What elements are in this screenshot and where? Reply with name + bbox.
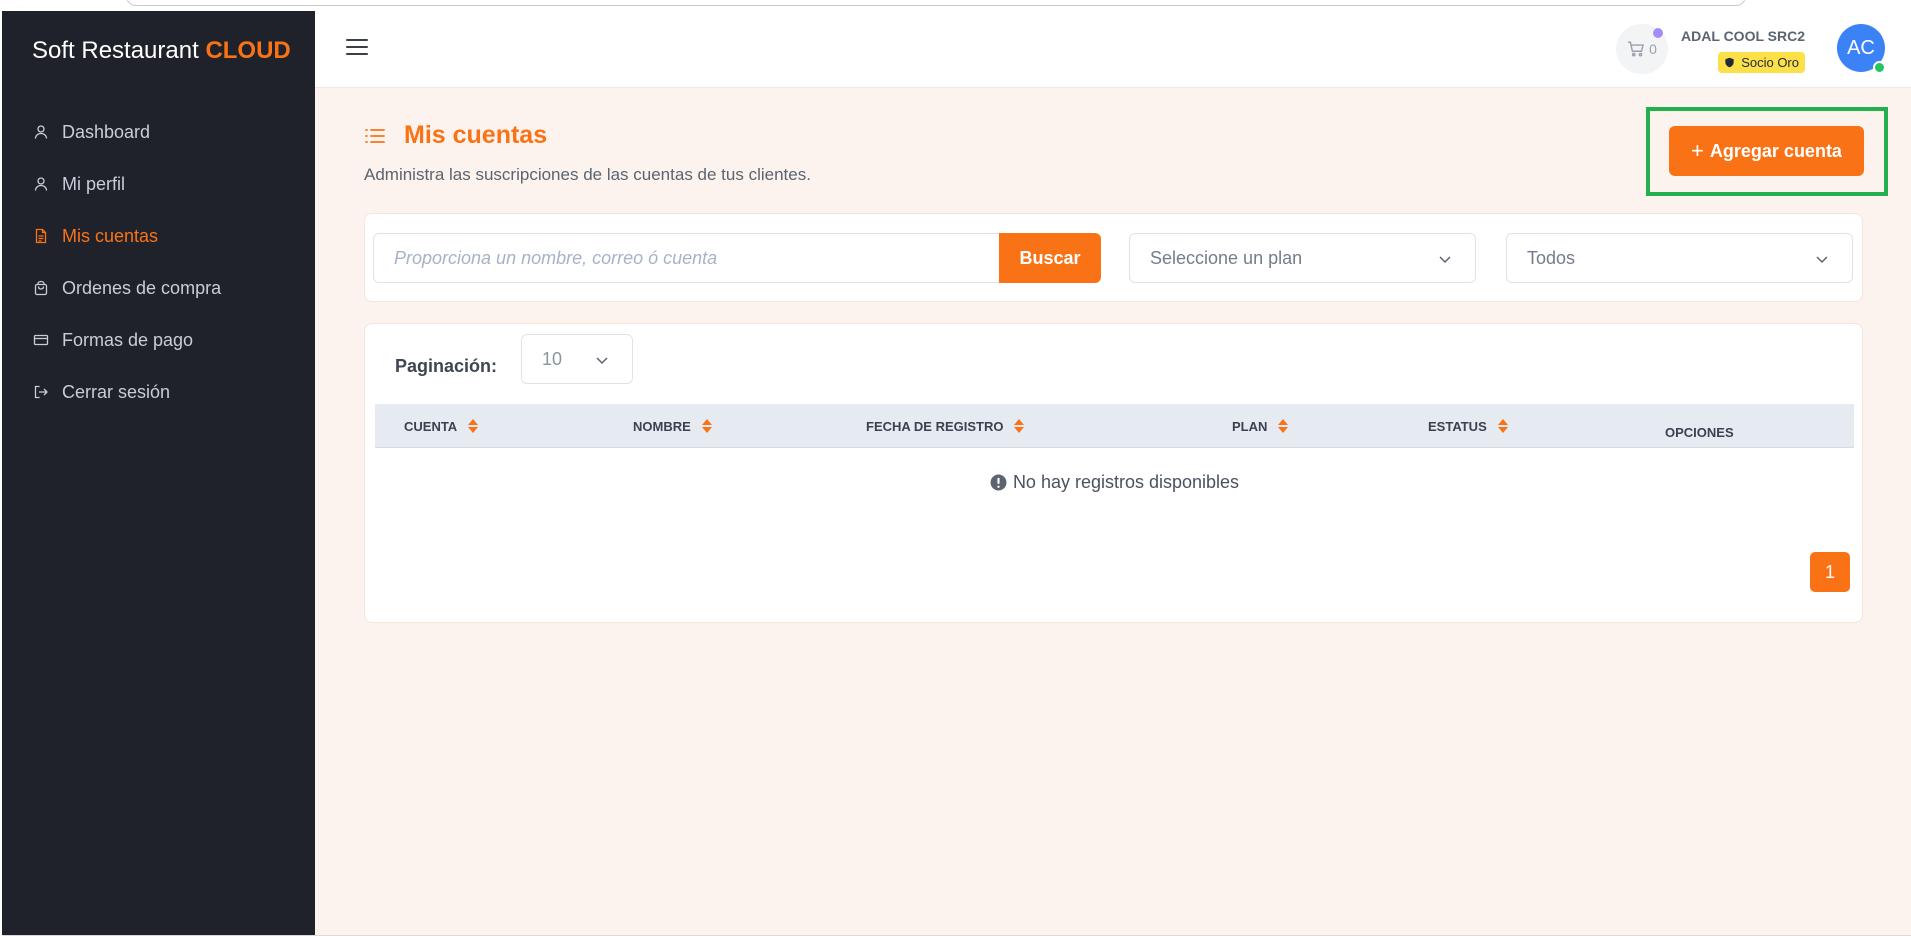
column-header-label: ESTATUS bbox=[1428, 418, 1487, 434]
accounts-table-card: Paginación: 10 CUENTA NOMBRE FECHA DE RE… bbox=[364, 323, 1863, 623]
cart-notification-dot bbox=[1653, 28, 1663, 38]
document-icon bbox=[32, 227, 50, 245]
plan-select[interactable]: Seleccione un plan bbox=[1129, 233, 1476, 283]
plan-select-value: Seleccione un plan bbox=[1150, 247, 1303, 268]
list-icon bbox=[365, 128, 385, 143]
browser-chrome-strip bbox=[0, 0, 1911, 11]
sidebar-item-mis-cuentas[interactable]: Mis cuentas bbox=[2, 210, 315, 262]
empty-state-message: No hay registros disponibles bbox=[365, 472, 1864, 493]
column-header-estatus[interactable]: ESTATUS bbox=[1428, 404, 1509, 448]
sort-icon[interactable] bbox=[467, 418, 479, 434]
add-account-button[interactable]: + Agregar cuenta bbox=[1669, 126, 1864, 176]
sidebar: Soft Restaurant CLOUD Dashboard Mi perfi… bbox=[2, 11, 315, 935]
sidebar-item-label: Formas de pago bbox=[62, 329, 194, 350]
page-subtitle: Administra las suscripciones de las cuen… bbox=[364, 165, 811, 184]
column-header-plan[interactable]: PLAN bbox=[1232, 404, 1289, 448]
app-frame: Soft Restaurant CLOUD Dashboard Mi perfi… bbox=[2, 11, 1911, 936]
page-title-text: Mis cuentas bbox=[404, 121, 548, 149]
chevron-down-icon bbox=[1439, 256, 1451, 264]
online-status-dot bbox=[1873, 61, 1886, 74]
credit-card-icon bbox=[32, 331, 50, 349]
shopping-bag-icon bbox=[32, 279, 50, 297]
column-header-nombre[interactable]: NOMBRE bbox=[633, 404, 713, 448]
column-header-label: CUENTA bbox=[404, 418, 458, 434]
sidebar-item-label: Mis cuentas bbox=[62, 225, 159, 246]
logout-icon bbox=[32, 383, 50, 401]
main-content: 0 ADAL COOL SRC2 Socio Oro AC Mis cuenta… bbox=[315, 11, 1911, 935]
sidebar-item-dashboard[interactable]: Dashboard bbox=[2, 106, 315, 158]
filter-card: Buscar Seleccione un plan Todos bbox=[364, 213, 1863, 302]
brand-name: Soft Restaurant bbox=[32, 37, 206, 64]
sort-icon[interactable] bbox=[1497, 418, 1509, 434]
table-header: CUENTA NOMBRE FECHA DE REGISTRO PLAN EST… bbox=[375, 404, 1854, 448]
status-select[interactable]: Todos bbox=[1506, 233, 1853, 283]
avatar[interactable]: AC bbox=[1837, 24, 1886, 74]
column-header-label: FECHA DE REGISTRO bbox=[866, 418, 1004, 434]
user-icon bbox=[32, 175, 50, 193]
topbar: 0 ADAL COOL SRC2 Socio Oro AC bbox=[315, 11, 1911, 88]
sidebar-item-label: Ordenes de compra bbox=[62, 277, 222, 298]
pagination-page-button[interactable]: 1 bbox=[1810, 552, 1850, 592]
info-circle-icon bbox=[990, 474, 1007, 491]
page-title: Mis cuentas bbox=[364, 121, 811, 150]
sort-icon[interactable] bbox=[1277, 418, 1289, 434]
empty-state-text: No hay registros disponibles bbox=[1012, 472, 1240, 492]
sidebar-nav: Dashboard Mi perfil Mis cuentas Ordenes … bbox=[2, 106, 315, 418]
shield-icon bbox=[1725, 57, 1734, 68]
column-header-label: OPCIONES bbox=[1665, 424, 1734, 440]
hamburger-menu-icon[interactable] bbox=[346, 39, 368, 59]
partner-badge: Socio Oro bbox=[1718, 52, 1805, 73]
brand-logo[interactable]: Soft Restaurant CLOUD bbox=[32, 37, 291, 65]
sidebar-item-label: Cerrar sesión bbox=[62, 381, 171, 402]
page-header: Mis cuentas Administra las suscripciones… bbox=[364, 121, 811, 185]
partner-badge-label: Socio Oro bbox=[1741, 55, 1799, 70]
add-account-label: Agregar cuenta bbox=[1709, 140, 1842, 161]
page-size-select[interactable]: 10 bbox=[521, 334, 633, 384]
avatar-initials: AC bbox=[1847, 36, 1875, 59]
page-size-value: 10 bbox=[542, 348, 563, 369]
cart-button[interactable]: 0 bbox=[1616, 24, 1668, 74]
column-header-label: NOMBRE bbox=[633, 418, 691, 434]
sort-icon[interactable] bbox=[701, 418, 713, 434]
user-icon bbox=[32, 123, 50, 141]
chevron-down-icon bbox=[1816, 256, 1828, 264]
search-button[interactable]: Buscar bbox=[999, 233, 1101, 283]
sidebar-item-label: Mi perfil bbox=[62, 173, 126, 194]
search-input[interactable] bbox=[373, 233, 1000, 283]
browser-address-bar[interactable] bbox=[126, 0, 1746, 6]
column-header-label: PLAN bbox=[1232, 418, 1268, 434]
cart-icon bbox=[1628, 41, 1645, 57]
sort-icon[interactable] bbox=[1013, 418, 1025, 434]
cart-count: 0 bbox=[1649, 41, 1657, 57]
user-name: ADAL COOL SRC2 bbox=[1681, 28, 1805, 44]
status-select-value: Todos bbox=[1527, 247, 1576, 268]
sidebar-item-cerrar-sesion[interactable]: Cerrar sesión bbox=[2, 366, 315, 418]
sidebar-item-formas-de-pago[interactable]: Formas de pago bbox=[2, 314, 315, 366]
column-header-cuenta[interactable]: CUENTA bbox=[404, 404, 479, 448]
chevron-down-icon bbox=[596, 357, 608, 365]
sidebar-item-label: Dashboard bbox=[62, 121, 151, 142]
column-header-opciones: OPCIONES bbox=[1665, 410, 1734, 454]
brand-accent: CLOUD bbox=[205, 37, 291, 64]
sidebar-item-ordenes-de-compra[interactable]: Ordenes de compra bbox=[2, 262, 315, 314]
plus-icon: + bbox=[1691, 138, 1704, 163]
column-header-fecha-de-registro[interactable]: FECHA DE REGISTRO bbox=[866, 404, 1025, 448]
sidebar-item-mi-perfil[interactable]: Mi perfil bbox=[2, 158, 315, 210]
pagination-label: Paginación: bbox=[395, 356, 498, 376]
